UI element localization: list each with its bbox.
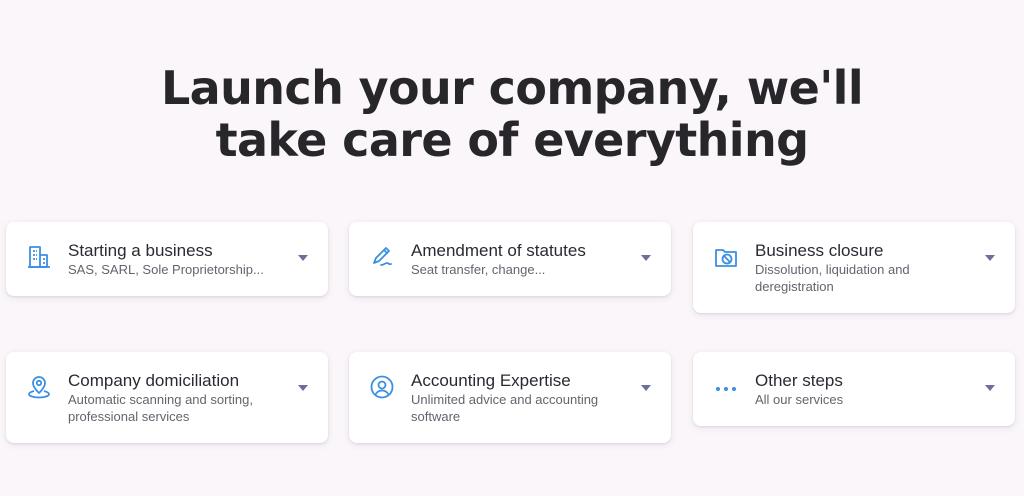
chevron-down-icon[interactable] [985,385,995,391]
pen-icon [369,244,395,270]
closed-folder-icon [713,244,739,270]
chevron-down-icon[interactable] [641,385,651,391]
card-title: Accounting Expertise [411,371,571,390]
card-title: Starting a business [68,241,213,260]
card-business-closure[interactable]: Business closure Dissolution, liquidatio… [693,222,1015,313]
chevron-down-icon[interactable] [298,255,308,261]
chevron-down-icon[interactable] [985,255,995,261]
card-title: Business closure [755,241,884,260]
headline-line-2: take care of everything [215,113,809,167]
chevron-down-icon[interactable] [298,385,308,391]
card-subtitle: Automatic scanning and sorting, professi… [68,392,253,424]
more-dots-icon [713,374,739,400]
headline-line-1: Launch your company, we'll [160,61,864,115]
card-amendment-statutes[interactable]: Amendment of statutes Seat transfer, cha… [349,222,671,296]
card-subtitle: Unlimited advice and accounting software [411,392,599,424]
card-subtitle: All our services [755,392,844,407]
card-subtitle: Seat transfer, change... [411,262,546,277]
card-other-steps[interactable]: Other steps All our services [693,352,1015,426]
card-subtitle: Dissolution, liquidation and deregistrat… [755,262,910,294]
card-title: Company domiciliation [68,371,240,390]
card-starting-business[interactable]: Starting a business SAS, SARL, Sole Prop… [6,222,328,296]
card-company-domiciliation[interactable]: Company domiciliation Automatic scanning… [6,352,328,443]
page-headline: Launch your company, we'll take care of … [0,62,1024,166]
card-accounting-expertise[interactable]: Accounting Expertise Unlimited advice an… [349,352,671,443]
card-title: Amendment of statutes [411,241,586,260]
card-title: Other steps [755,371,843,390]
chevron-down-icon[interactable] [641,255,651,261]
user-circle-icon [369,374,395,400]
location-pin-icon [26,374,52,400]
card-subtitle: SAS, SARL, Sole Proprietorship... [68,262,264,277]
building-icon [26,244,52,270]
